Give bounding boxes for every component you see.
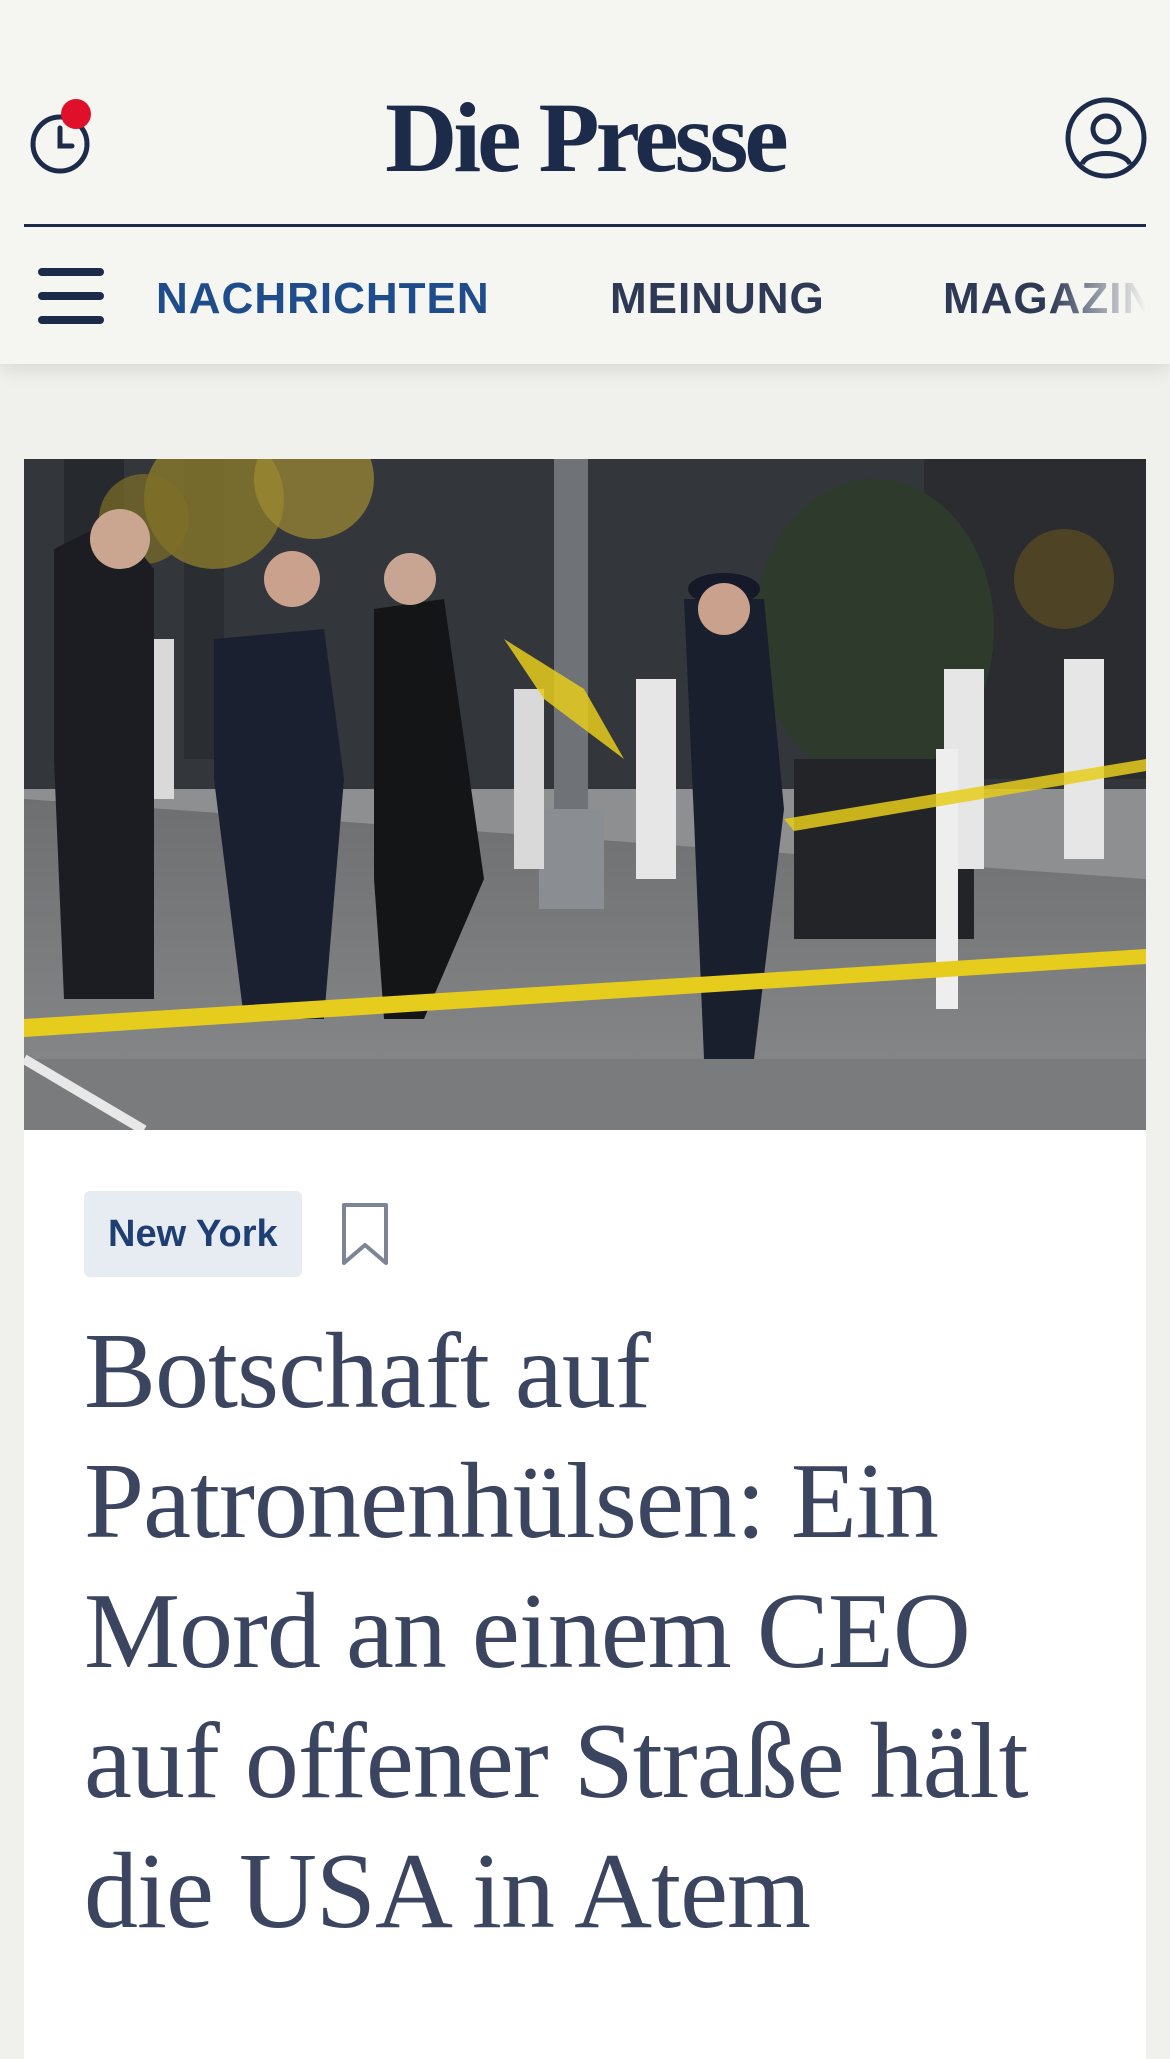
hamburger-icon xyxy=(38,268,104,276)
article-image[interactable] xyxy=(24,459,1146,1130)
bookmark-button[interactable] xyxy=(340,1201,390,1267)
site-logo[interactable]: Die Presse xyxy=(0,78,1170,198)
site-header: Die Presse NACHRICHTEN MEINUNG MAGAZIN xyxy=(0,0,1170,364)
user-icon xyxy=(1065,97,1147,179)
bookmark-icon xyxy=(342,1203,388,1265)
article-headline[interactable]: Botschaft auf Patronenhülsen: Ein Mord a… xyxy=(84,1307,1094,1957)
nav-scroll-fade xyxy=(1050,230,1170,364)
crime-scene-photo xyxy=(24,459,1146,1130)
topic-tag[interactable]: New York xyxy=(84,1191,302,1277)
account-button[interactable] xyxy=(1064,96,1148,180)
header-divider xyxy=(24,224,1146,227)
hamburger-icon-bar xyxy=(38,292,104,300)
top-bar: Die Presse xyxy=(0,0,1170,225)
nav-item-nachrichten[interactable]: NACHRICHTEN xyxy=(156,274,490,324)
hamburger-icon-bar xyxy=(38,316,104,324)
nav-item-meinung[interactable]: MEINUNG xyxy=(610,274,825,324)
section-nav: NACHRICHTEN MEINUNG MAGAZIN xyxy=(0,230,1170,364)
article-card[interactable]: New York Botschaft auf Patronenhülsen: E… xyxy=(24,459,1146,2059)
menu-button[interactable] xyxy=(38,268,106,324)
